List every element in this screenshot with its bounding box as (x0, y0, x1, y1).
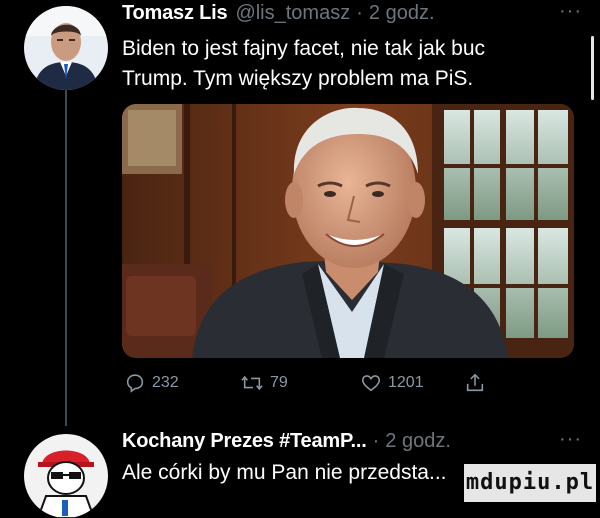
more-options-icon[interactable]: ··· (559, 0, 582, 23)
display-name[interactable]: Kochany Prezes #TeamP... (122, 430, 367, 453)
tweet[interactable]: Tomasz Lis @lis_tomasz · 2 godz. ··· Bid… (0, 0, 600, 420)
avatar-image (24, 6, 108, 90)
share-icon (466, 373, 484, 392)
like-count: 1201 (388, 374, 424, 391)
separator-dot: · (356, 2, 363, 24)
tweet-header: Kochany Prezes #TeamP... · 2 godz. (122, 430, 451, 454)
tweet-text: Biden to jest fajny facet, nie tak jak b… (122, 37, 486, 90)
timestamp[interactable]: 2 godz. (385, 430, 451, 453)
reply-icon (126, 374, 144, 393)
avatar[interactable] (24, 6, 108, 90)
tweet-photo[interactable] (122, 104, 574, 358)
user-handle[interactable]: @lis_tomasz (235, 2, 350, 25)
separator-dot: · (372, 430, 380, 452)
timestamp[interactable]: 2 godz. (369, 2, 435, 25)
display-name[interactable]: Tomasz Lis (122, 2, 228, 25)
avatar[interactable] (24, 434, 108, 518)
retweet-icon (241, 375, 263, 391)
more-options-icon[interactable]: ··· (559, 428, 582, 451)
tweet-actions: 232 79 1201 (122, 372, 572, 402)
tweet-header: Tomasz Lis @lis_tomasz · 2 godz. (122, 2, 435, 26)
share-button[interactable] (464, 372, 486, 394)
like-button[interactable]: 1201 (360, 372, 424, 394)
retweet-count: 79 (270, 374, 288, 391)
heart-icon (361, 375, 381, 392)
avatar-image (24, 434, 108, 518)
reply-count: 232 (152, 374, 179, 391)
watermark-logo: mdupiu.pl (464, 464, 596, 502)
retweet-button[interactable]: 79 (240, 372, 288, 394)
reply-button[interactable]: 232 (124, 372, 179, 394)
photo-biden-portrait (122, 104, 574, 358)
